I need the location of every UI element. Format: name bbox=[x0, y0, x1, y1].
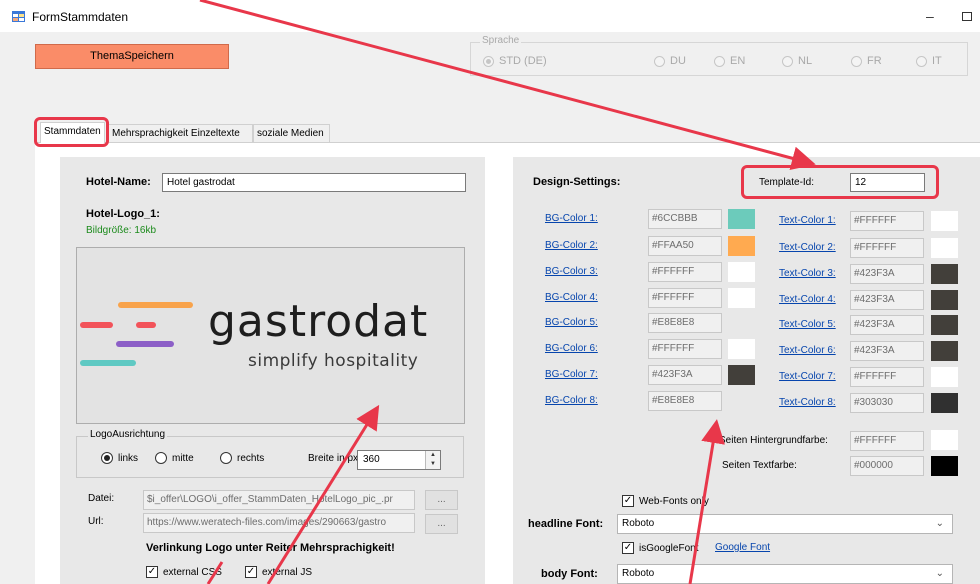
arrow-tail bbox=[206, 561, 224, 584]
arrow-to-page-colors bbox=[688, 419, 725, 584]
arrow-to-template-id bbox=[199, 0, 816, 170]
annotation-arrows bbox=[199, 0, 816, 584]
arrow-to-logo bbox=[266, 404, 380, 584]
